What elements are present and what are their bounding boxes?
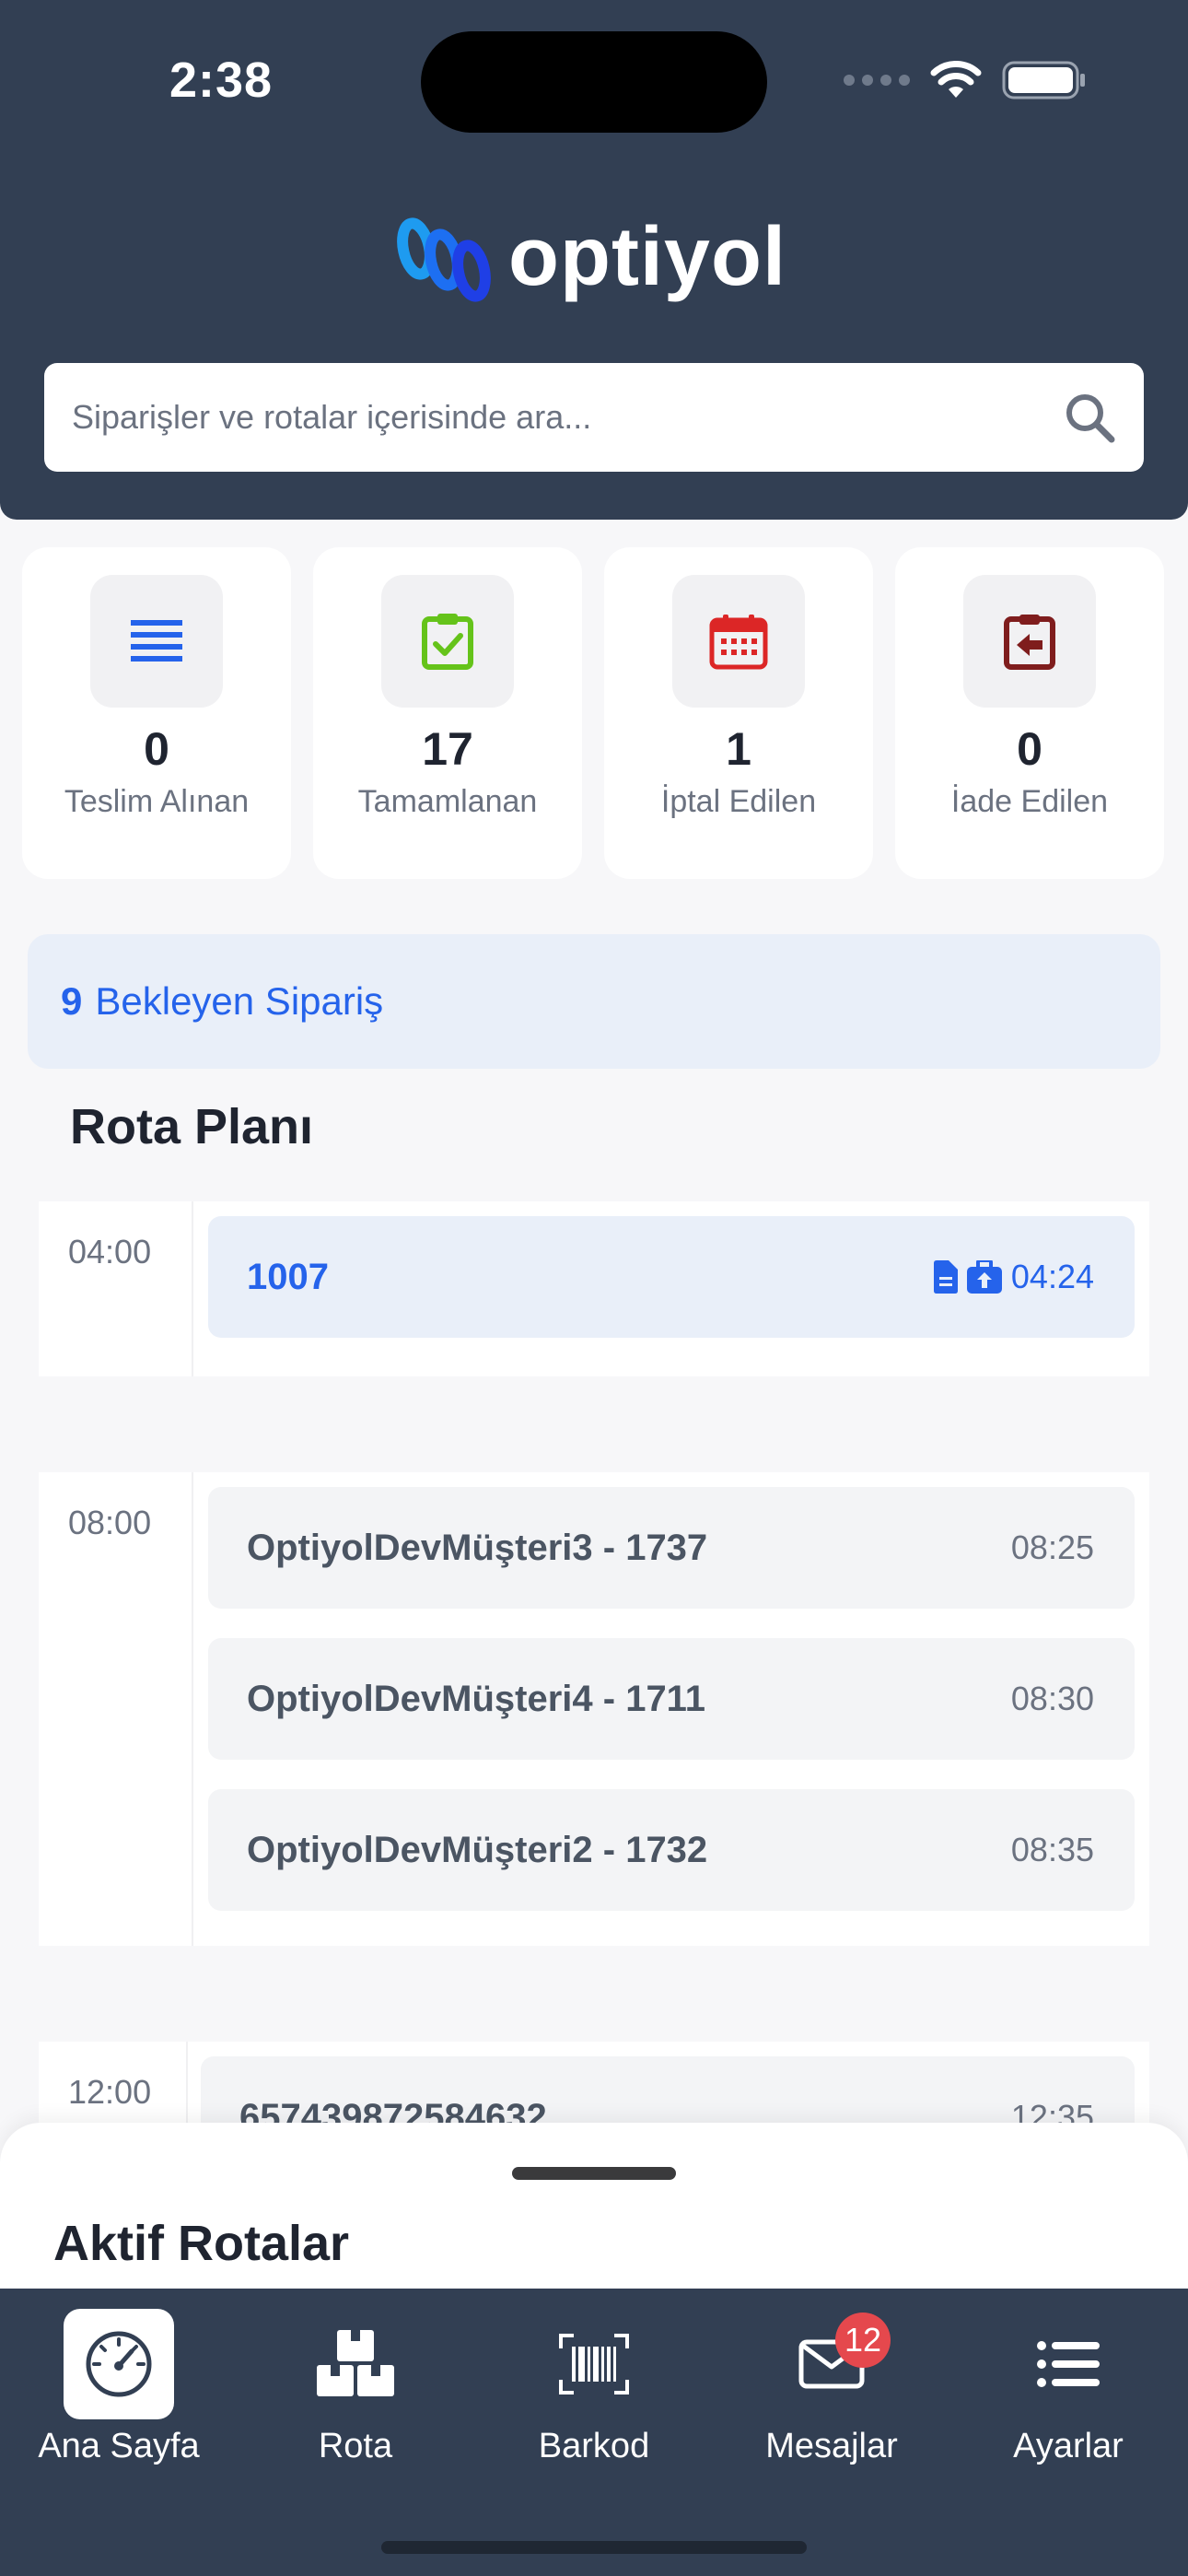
route-item-name: OptiyolDevMüşteri2 - 1732 [247, 1829, 708, 1870]
stat-value: 1 [726, 723, 751, 775]
tab-home[interactable]: Ana Sayfa [17, 2309, 220, 2466]
stat-icon-box [90, 575, 223, 708]
menu-list-icon [1037, 2341, 1100, 2387]
list-icon [131, 620, 182, 662]
route-item[interactable]: OptiyolDevMüşteri4 - 1711 08:30 [208, 1638, 1135, 1760]
tab-settings[interactable]: Ayarlar [967, 2309, 1170, 2466]
search-input[interactable] [72, 398, 1063, 437]
route-item[interactable]: OptiyolDevMüşteri3 - 1737 08:25 [208, 1487, 1135, 1609]
route-item-name: OptiyolDevMüşteri4 - 1711 [247, 1678, 705, 1719]
tab-icon-wrap: 12 [776, 2309, 891, 2419]
pending-label: Bekleyen Sipariş [95, 979, 384, 1023]
route-item-eta-wrap: 04:24 [932, 1258, 1094, 1296]
stat-label: İptal Edilen [660, 784, 817, 819]
app-logo: optiyol [394, 210, 786, 305]
tab-label: Ana Sayfa [38, 2427, 200, 2465]
boxes-icon [317, 2330, 394, 2396]
clipboard-check-icon [422, 614, 473, 670]
sheet-title: Aktif Rotalar [53, 2216, 350, 2271]
messages-badge: 12 [835, 2313, 891, 2368]
route-item-eta: 04:24 [1010, 1258, 1094, 1295]
return-icon [1004, 615, 1055, 670]
stat-card-completed[interactable]: 17 Tamamlanan [313, 547, 582, 879]
tab-messages[interactable]: 12 Mesajlar [730, 2309, 933, 2466]
status-time: 2:38 [169, 53, 274, 108]
route-item-eta: 08:25 [1010, 1528, 1094, 1566]
search-bar[interactable] [44, 363, 1144, 472]
stat-label: Tamamlanan [357, 784, 538, 819]
stat-icon-box [672, 575, 805, 708]
route-group: 08:00 OptiyolDevMüşteri3 - 1737 08:25 Op… [39, 1472, 1149, 1946]
tab-bar: Ana Sayfa Rota Barkod 12 Mesajlar Ayarla… [0, 2289, 1188, 2576]
tab-icon-wrap [1013, 2309, 1124, 2419]
logo-text: optiyol [508, 211, 786, 303]
speedometer-icon [86, 2331, 152, 2397]
stat-icon-box [963, 575, 1096, 708]
route-item-eta: 08:30 [1010, 1680, 1094, 1717]
tab-icon-wrap [64, 2309, 174, 2419]
tab-barcode[interactable]: Barkod [493, 2309, 695, 2466]
home-indicator[interactable] [381, 2541, 807, 2554]
status-indicators [844, 61, 1087, 100]
route-item-name: OptiyolDevMüşteri3 - 1737 [247, 1527, 708, 1568]
stat-card-picked-up[interactable]: 0 Teslim Alınan [22, 547, 291, 879]
stat-card-cancelled[interactable]: 1 İptal Edilen [604, 547, 873, 879]
briefcase-upload-icon [966, 1260, 1002, 1294]
stat-label: İade Edilen [950, 784, 1109, 819]
route-plan-title: Rota Planı [70, 1099, 314, 1154]
battery-icon [1002, 61, 1085, 100]
logo-mark-icon [397, 217, 491, 302]
tab-route[interactable]: Rota [254, 2309, 457, 2466]
pending-orders-banner[interactable]: 9 Bekleyen Sipariş [28, 934, 1160, 1069]
barcode-scan-icon [559, 2334, 629, 2395]
tab-label: Barkod [538, 2427, 650, 2465]
stat-value: 0 [1017, 723, 1042, 775]
tab-icon-wrap [300, 2309, 411, 2419]
route-items: 1007 04:24 [193, 1201, 1149, 1376]
document-icon [933, 1260, 958, 1294]
route-items: OptiyolDevMüşteri3 - 1737 08:25 OptiyolD… [193, 1472, 1149, 1946]
dynamic-island [421, 31, 767, 133]
tab-label: Rota [318, 2427, 393, 2465]
route-group-time: 08:00 [39, 1472, 193, 1946]
route-item-eta: 08:35 [1010, 1831, 1094, 1868]
wifi-icon [930, 61, 982, 98]
route-group: 04:00 1007 04:24 [39, 1201, 1149, 1376]
stat-icon-box [381, 575, 514, 708]
tab-label: Ayarlar [1013, 2427, 1124, 2465]
pending-count: 9 [61, 979, 83, 1023]
route-item[interactable]: OptiyolDevMüşteri2 - 1732 08:35 [208, 1789, 1135, 1911]
sheet-drag-handle[interactable] [512, 2167, 676, 2180]
stat-value: 17 [422, 723, 473, 775]
route-group-time: 04:00 [39, 1201, 193, 1376]
tab-icon-wrap [539, 2309, 649, 2419]
route-item-name: 1007 [247, 1256, 329, 1297]
calendar-icon [709, 615, 768, 670]
stat-label: Teslim Alınan [64, 784, 250, 819]
stat-card-returned[interactable]: 0 İade Edilen [895, 547, 1164, 879]
stats-row: 0 Teslim Alınan 17 Tamamlanan 1 İptal Ed… [22, 547, 1166, 879]
cellular-signal-icon [844, 75, 910, 86]
route-item[interactable]: 1007 04:24 [208, 1216, 1135, 1338]
search-icon[interactable] [1063, 391, 1116, 444]
stat-value: 0 [144, 723, 169, 775]
app-header: 2:38 optiyol [0, 0, 1188, 520]
tab-label: Mesajlar [765, 2427, 898, 2465]
